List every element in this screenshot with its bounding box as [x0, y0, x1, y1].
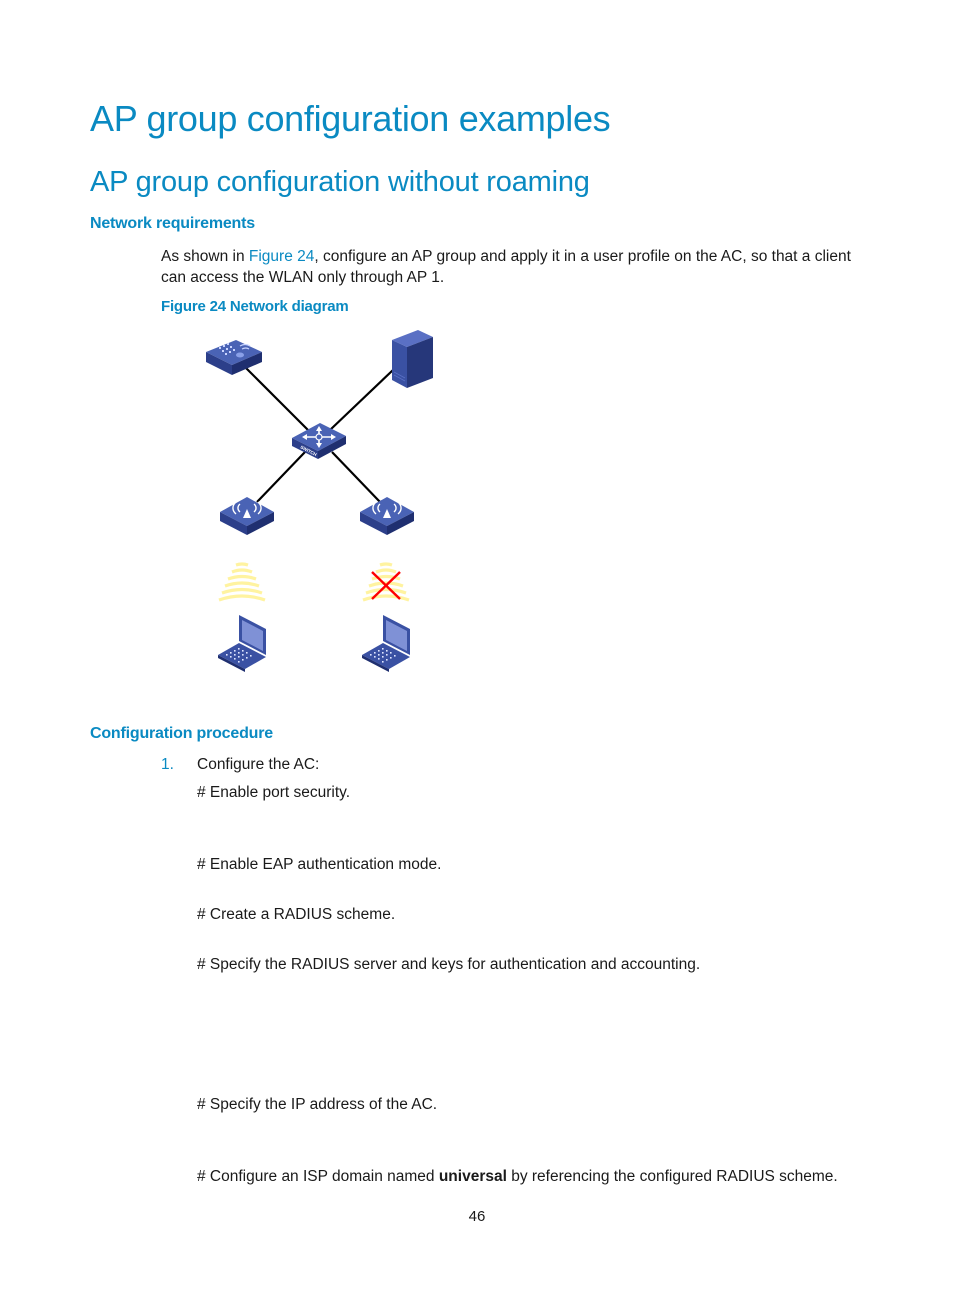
wireless-signal-2-icon — [362, 562, 410, 602]
configuration-procedure-heading: Configuration procedure — [90, 725, 273, 742]
link-switch-ap1 — [256, 451, 306, 503]
link-ac-switch — [244, 366, 309, 431]
step-number: 1. — [161, 756, 174, 773]
radius-server-icon — [392, 330, 433, 388]
comment-configure-isp-domain: # Configure an ISP domain named universa… — [197, 1168, 838, 1186]
ac-device-icon — [206, 340, 262, 375]
network-diagram: SWITCH — [206, 330, 433, 672]
link-switch-ap2 — [331, 451, 381, 503]
link-server-switch — [329, 369, 394, 431]
ap-2-icon — [360, 497, 414, 535]
wireless-signal-1-icon — [218, 562, 266, 602]
client-2-laptop-icon — [362, 615, 410, 672]
isp-comment-prefix: # Configure an ISP domain named — [197, 1168, 439, 1185]
page-number: 46 — [468, 1208, 486, 1225]
comment-enable-port-security: # Enable port security. — [197, 784, 351, 801]
step-label: Configure the AC: — [197, 756, 320, 773]
comment-specify-radius-server: # Specify the RADIUS server and keys for… — [197, 956, 701, 973]
isp-comment-suffix: by referencing the configured RADIUS sch… — [506, 1168, 838, 1185]
isp-domain-name: universal — [438, 1168, 507, 1185]
client-1-laptop-icon — [218, 615, 266, 672]
comment-create-radius-scheme: # Create a RADIUS scheme. — [197, 906, 396, 923]
switch-icon: SWITCH — [292, 423, 346, 459]
ap-1-icon — [220, 497, 274, 535]
comment-enable-eap: # Enable EAP authentication mode. — [197, 856, 442, 873]
comment-specify-ac-ip: # Specify the IP address of the AC. — [197, 1096, 438, 1113]
